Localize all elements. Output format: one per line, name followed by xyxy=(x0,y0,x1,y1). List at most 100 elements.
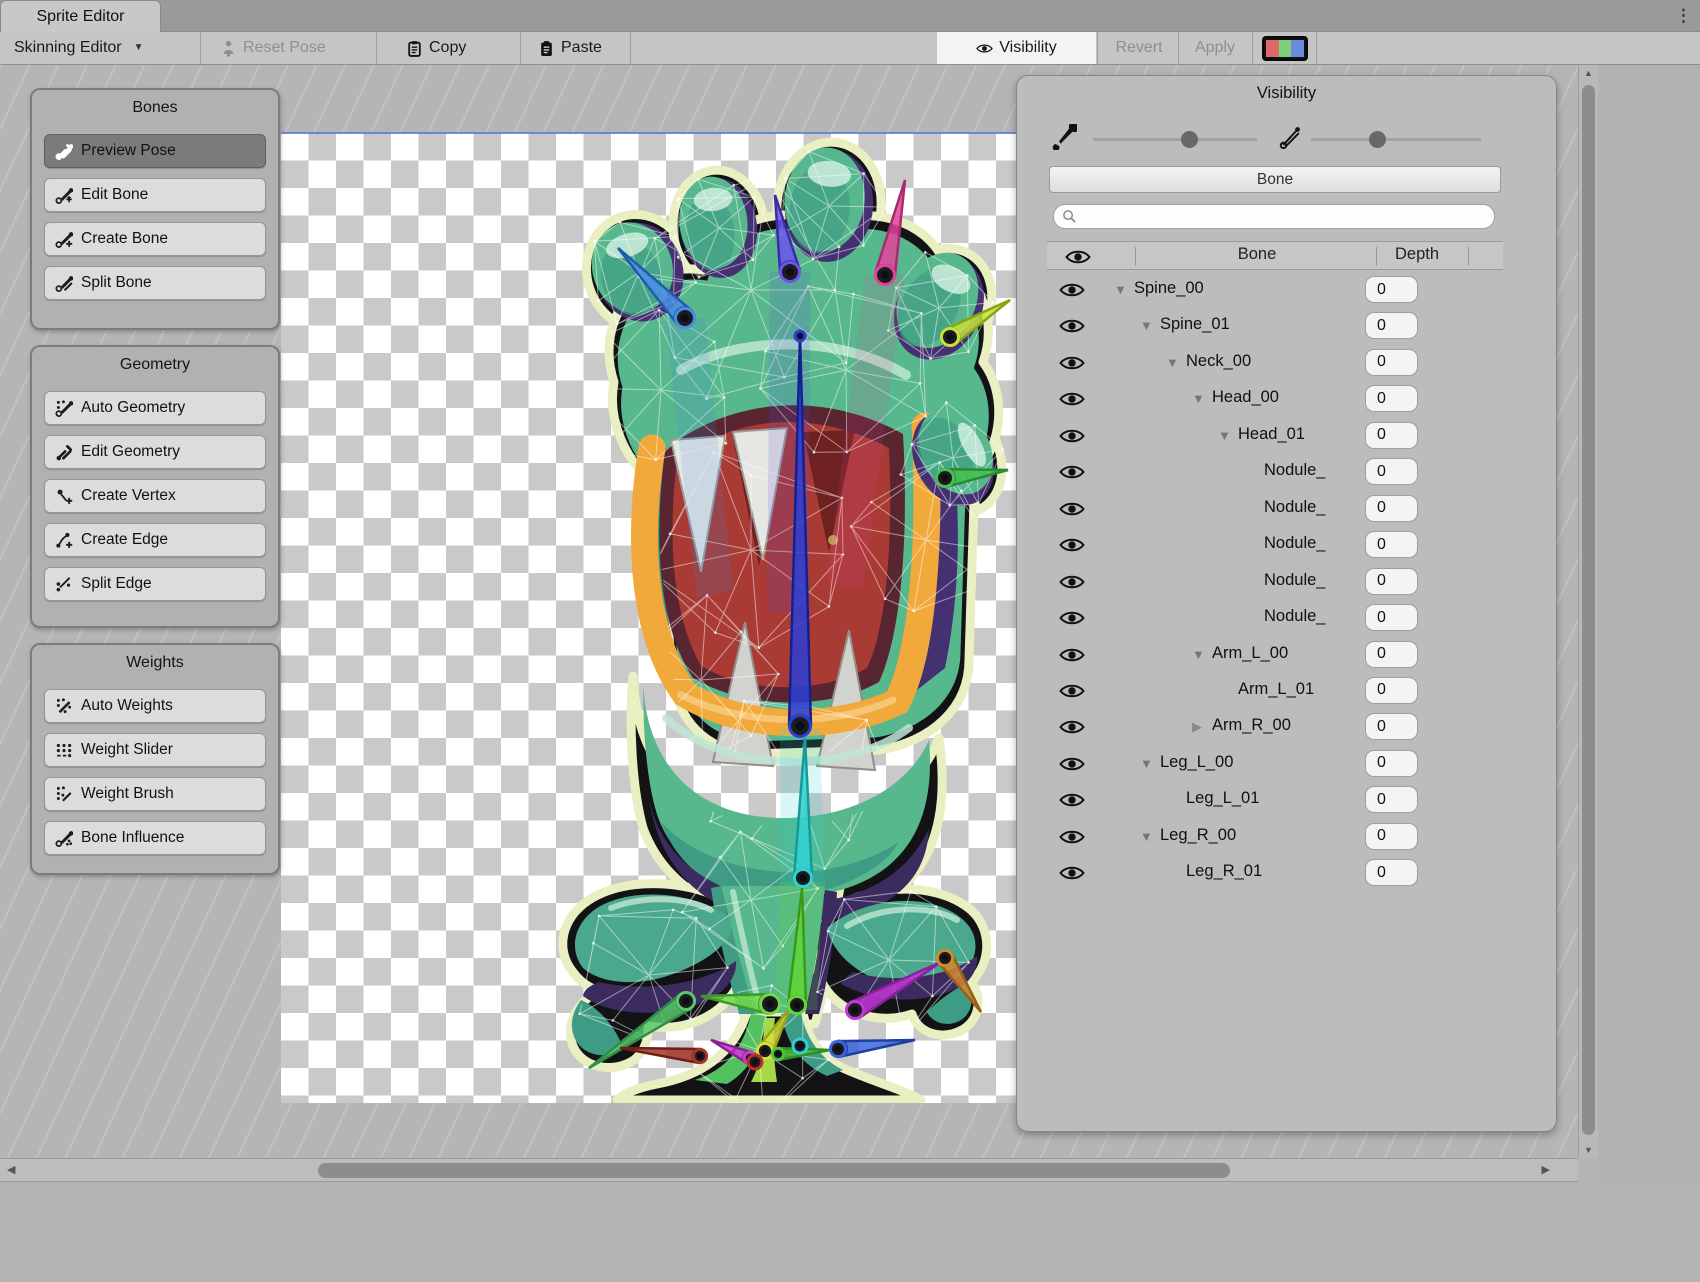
foldout-open-icon[interactable]: ▼ xyxy=(1218,428,1231,443)
depth-input[interactable] xyxy=(1365,312,1418,339)
vertical-scrollbar-thumb[interactable] xyxy=(1582,85,1595,1135)
bone-opacity-slider-knob[interactable] xyxy=(1181,131,1198,148)
vertical-scrollbar[interactable]: ▲ ▼ xyxy=(1578,65,1598,1158)
bone-name[interactable]: Leg_L_00 xyxy=(1160,753,1233,772)
bone-name[interactable]: Leg_R_01 xyxy=(1186,862,1262,881)
bone-row-leg_r_00[interactable]: ▼ Leg_R_00 xyxy=(1017,819,1537,855)
visibility-eye-toggle[interactable] xyxy=(1059,501,1085,517)
depth-input[interactable] xyxy=(1365,531,1418,558)
visibility-eye-toggle[interactable] xyxy=(1059,574,1085,590)
scroll-left-icon[interactable]: ◀ xyxy=(7,1163,15,1176)
bone-name[interactable]: Leg_R_00 xyxy=(1160,826,1236,845)
bone-opacity-slider-track[interactable] xyxy=(1093,138,1257,141)
visibility-eye-toggle[interactable] xyxy=(1059,756,1085,772)
weight-slider-button[interactable]: Weight Slider xyxy=(44,733,266,767)
bone-name[interactable]: Head_01 xyxy=(1238,425,1305,444)
apply-button[interactable]: Apply xyxy=(1181,32,1249,64)
bone-name[interactable]: Arm_L_00 xyxy=(1212,644,1288,663)
edit-geometry-button[interactable]: Edit Geometry xyxy=(44,435,266,469)
depth-input[interactable] xyxy=(1365,750,1418,777)
foldout-open-icon[interactable]: ▼ xyxy=(1140,756,1153,771)
depth-input[interactable] xyxy=(1365,641,1418,668)
bone-name[interactable]: Spine_01 xyxy=(1160,315,1230,334)
depth-input[interactable] xyxy=(1365,568,1418,595)
bone-name[interactable]: Nodule_ xyxy=(1264,571,1325,590)
depth-input[interactable] xyxy=(1365,458,1418,485)
visibility-eye-toggle[interactable] xyxy=(1059,610,1085,626)
bone-row-arm_l_01[interactable]: Arm_L_01 xyxy=(1017,673,1537,709)
bone-search-field[interactable] xyxy=(1053,204,1495,229)
bone-row-leg_l_01[interactable]: Leg_L_01 xyxy=(1017,782,1537,818)
bone-name[interactable]: Nodule_ xyxy=(1264,498,1325,517)
bone-row-spine_01[interactable]: ▼ Spine_01 xyxy=(1017,308,1537,344)
visibility-eye-toggle[interactable] xyxy=(1059,464,1085,480)
bone-name[interactable]: Arm_L_01 xyxy=(1238,680,1314,699)
foldout-closed-icon[interactable]: ▶ xyxy=(1192,719,1202,735)
scroll-right-icon[interactable]: ▶ xyxy=(1542,1163,1550,1176)
auto-geometry-button[interactable]: Auto Geometry xyxy=(44,391,266,425)
bone-row-head_00[interactable]: ▼Head_00 xyxy=(1017,381,1537,417)
depth-input[interactable] xyxy=(1365,786,1418,813)
horizontal-scrollbar[interactable]: ◀ ▶ xyxy=(0,1158,1578,1182)
foldout-open-icon[interactable]: ▼ xyxy=(1114,282,1127,297)
depth-input[interactable] xyxy=(1365,677,1418,704)
paste-button[interactable]: Paste xyxy=(530,32,610,64)
visibility-eye-toggle[interactable] xyxy=(1059,282,1085,298)
search-input[interactable] xyxy=(1053,204,1495,229)
bone-row-nodule_[interactable]: Nodule_ xyxy=(1017,527,1537,563)
sprite-canvas[interactable] xyxy=(281,133,1016,1103)
mesh-opacity-slider-knob2[interactable] xyxy=(1369,131,1386,148)
mesh-opacity-slider-track2[interactable] xyxy=(1311,138,1481,141)
depth-input[interactable] xyxy=(1365,349,1418,376)
preview-pose-button[interactable]: Preview Pose xyxy=(44,134,266,168)
create-edge-button[interactable]: Create Edge xyxy=(44,523,266,557)
depth-input[interactable] xyxy=(1365,495,1418,522)
split-edge-button[interactable]: Split Edge xyxy=(44,567,266,601)
bone-name[interactable]: Nodule_ xyxy=(1264,461,1325,480)
bone-row-nodule_[interactable]: Nodule_ xyxy=(1017,491,1537,527)
foldout-open-icon[interactable]: ▼ xyxy=(1192,391,1205,406)
bone-name[interactable]: Neck_00 xyxy=(1186,352,1251,371)
visibility-eye-toggle[interactable] xyxy=(1059,829,1085,845)
create-vertex-button[interactable]: Create Vertex xyxy=(44,479,266,513)
skinning-editor-dropdown[interactable]: Skinning Editor ▼ xyxy=(6,32,152,64)
visibility-eye-toggle[interactable] xyxy=(1059,647,1085,663)
bone-row-leg_l_00[interactable]: ▼ Leg_L_00 xyxy=(1017,746,1537,782)
weight-brush-button[interactable]: Weight Brush xyxy=(44,777,266,811)
foldout-open-icon[interactable]: ▼ xyxy=(1140,318,1153,333)
horizontal-scrollbar-thumb[interactable] xyxy=(318,1163,1230,1178)
bone-name[interactable]: Nodule_ xyxy=(1264,607,1325,626)
bone-influence-button[interactable]: Bone Influence xyxy=(44,821,266,855)
visibility-eye-toggle[interactable] xyxy=(1059,428,1085,444)
depth-input[interactable] xyxy=(1365,276,1418,303)
bone-row-spine_00[interactable]: ▼Spine_00 xyxy=(1017,272,1537,308)
foldout-open-icon[interactable]: ▼ xyxy=(1140,829,1153,844)
split-bone-button[interactable]: Split Bone xyxy=(44,266,266,300)
create-bone-button[interactable]: Create Bone xyxy=(44,222,266,256)
depth-input[interactable] xyxy=(1365,823,1418,850)
auto-weights-button[interactable]: Auto Weights xyxy=(44,689,266,723)
depth-input[interactable] xyxy=(1365,859,1418,886)
bone-row-arm_l_00[interactable]: ▼ Arm_L_00 xyxy=(1017,637,1537,673)
bone-row-arm_r_00[interactable]: ▶ Arm_R_00 xyxy=(1017,709,1537,745)
foldout-open-icon[interactable]: ▼ xyxy=(1166,355,1179,370)
bone-row-leg_r_01[interactable]: Leg_R_01 xyxy=(1017,855,1537,891)
revert-button[interactable]: Revert xyxy=(1101,32,1177,64)
foldout-open-icon[interactable]: ▼ xyxy=(1192,647,1205,662)
depth-input[interactable] xyxy=(1365,713,1418,740)
visibility-eye-toggle[interactable] xyxy=(1059,391,1085,407)
window-menu-icon[interactable]: ⋮ xyxy=(1675,4,1692,28)
sprite-color-button[interactable] xyxy=(1262,36,1308,61)
reset-pose-button[interactable]: Reset Pose xyxy=(212,32,334,64)
bone-row-nodule_[interactable]: Nodule_ xyxy=(1017,600,1537,636)
depth-input[interactable] xyxy=(1365,385,1418,412)
depth-input[interactable] xyxy=(1365,604,1418,631)
bone-row-nodule_[interactable]: Nodule_ xyxy=(1017,454,1537,490)
bone-row-head_01[interactable]: ▼ Head_01 xyxy=(1017,418,1537,454)
tab-sprite-editor[interactable]: Sprite Editor xyxy=(0,0,161,32)
bone-name[interactable]: Nodule_ xyxy=(1264,534,1325,553)
bone-name[interactable]: Leg_L_01 xyxy=(1186,789,1259,808)
scroll-up-icon[interactable]: ▲ xyxy=(1579,68,1598,78)
bone-row-neck_00[interactable]: ▼ Neck_00 xyxy=(1017,345,1537,381)
bone-name[interactable]: Arm_R_00 xyxy=(1212,716,1291,735)
